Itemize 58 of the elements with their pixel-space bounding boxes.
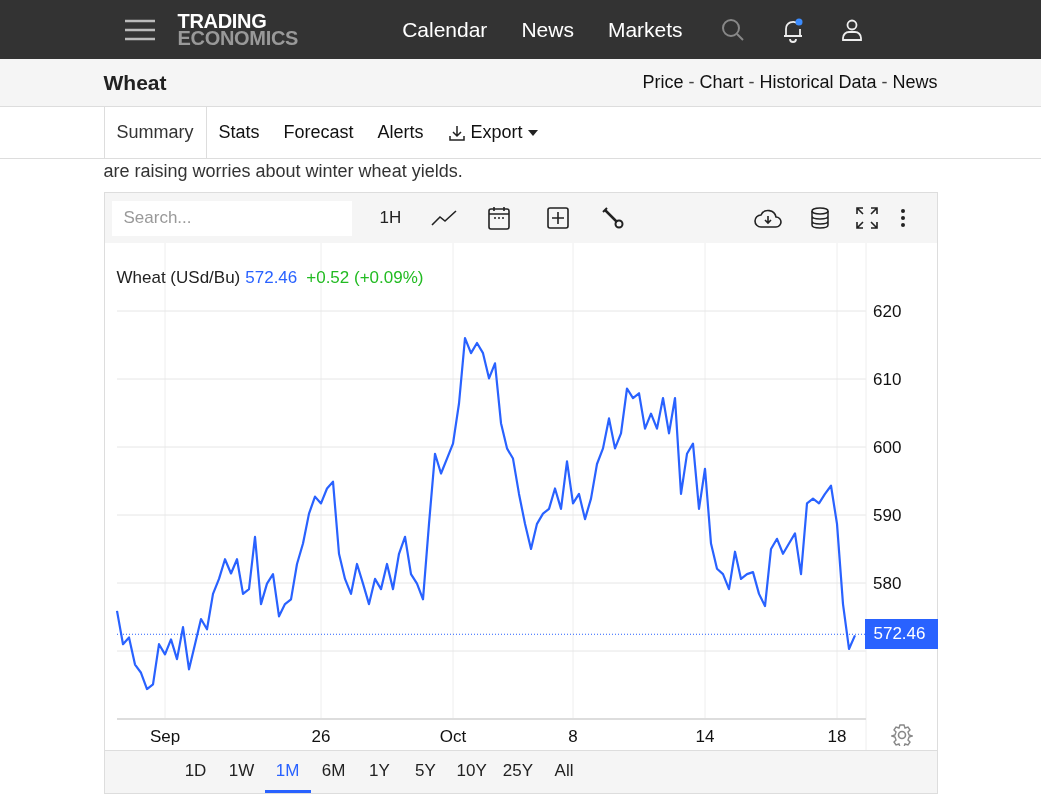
x-axis-label: Oct xyxy=(439,727,466,746)
menu-icon[interactable] xyxy=(124,18,155,41)
tab[interactable]: Stats xyxy=(206,107,272,158)
page-link[interactable]: Chart xyxy=(699,72,744,93)
tab[interactable]: Forecast xyxy=(271,107,366,158)
page-link[interactable]: News xyxy=(892,72,938,93)
calendar-icon[interactable] xyxy=(488,206,511,230)
y-axis-label: 580 xyxy=(872,574,901,593)
nav-link[interactable]: Calendar xyxy=(402,17,488,42)
caret-icon xyxy=(527,129,538,136)
user-icon[interactable] xyxy=(840,18,863,41)
x-axis-label: 8 xyxy=(567,727,578,746)
price-badge: 572.46 xyxy=(864,619,938,650)
y-axis-label: 590 xyxy=(872,506,901,525)
legend-price: 572.46 xyxy=(245,268,298,288)
range-tab[interactable]: All xyxy=(541,751,587,793)
x-axis-label: 14 xyxy=(695,727,714,746)
range-tab[interactable]: 1D xyxy=(172,751,219,793)
range-tab[interactable]: 10Y xyxy=(448,751,495,793)
search-icon[interactable] xyxy=(720,17,745,42)
search-field[interactable]: Search... xyxy=(111,200,352,236)
y-axis-label: 620 xyxy=(872,302,901,321)
separator: - xyxy=(748,72,755,93)
range-tab[interactable]: 1M xyxy=(264,751,311,793)
line-chart-icon[interactable] xyxy=(431,210,458,226)
series-name: Wheat (USd/Bu) xyxy=(116,268,241,288)
database-icon[interactable] xyxy=(811,207,830,229)
more-icon[interactable] xyxy=(900,208,907,228)
interval-button[interactable]: 1H xyxy=(379,208,402,228)
tab[interactable]: Alerts xyxy=(365,107,436,158)
article-text: are raising worries about winter wheat yields. xyxy=(103,160,464,183)
nav-link[interactable]: Markets xyxy=(607,17,683,42)
logo-text[interactable]: ECONOMICS xyxy=(177,29,299,47)
y-axis-label: 610 xyxy=(872,370,901,389)
range-tab[interactable]: 25Y xyxy=(494,751,541,793)
separator: - xyxy=(881,72,888,93)
tab[interactable]: Summary xyxy=(103,107,207,158)
range-tab[interactable]: 5Y xyxy=(402,751,449,793)
range-tab[interactable]: 1W xyxy=(218,751,265,793)
settings-icon[interactable] xyxy=(890,724,913,746)
fullscreen-icon[interactable] xyxy=(855,206,880,230)
range-tab[interactable]: 1Y xyxy=(356,751,403,793)
tab[interactable]: Export xyxy=(435,107,550,158)
x-axis-label: Sep xyxy=(149,727,180,746)
page-title: Wheat xyxy=(103,70,167,95)
add-icon[interactable] xyxy=(547,207,570,229)
x-axis-label: 18 xyxy=(827,727,846,746)
nav-link[interactable]: News xyxy=(521,17,574,42)
separator: - xyxy=(688,72,695,93)
page-link[interactable]: Historical Data xyxy=(759,72,877,93)
range-tab[interactable]: 6M xyxy=(310,751,357,793)
cloud-download-icon[interactable] xyxy=(754,208,783,228)
logo-text[interactable]: TRADING xyxy=(177,12,299,30)
download-icon xyxy=(447,123,466,142)
x-axis-label: 26 xyxy=(311,727,330,746)
y-axis-label: 600 xyxy=(872,438,901,457)
page-link[interactable]: Price xyxy=(642,72,684,93)
legend-change: +0.52 (+0.09%) xyxy=(306,268,424,288)
